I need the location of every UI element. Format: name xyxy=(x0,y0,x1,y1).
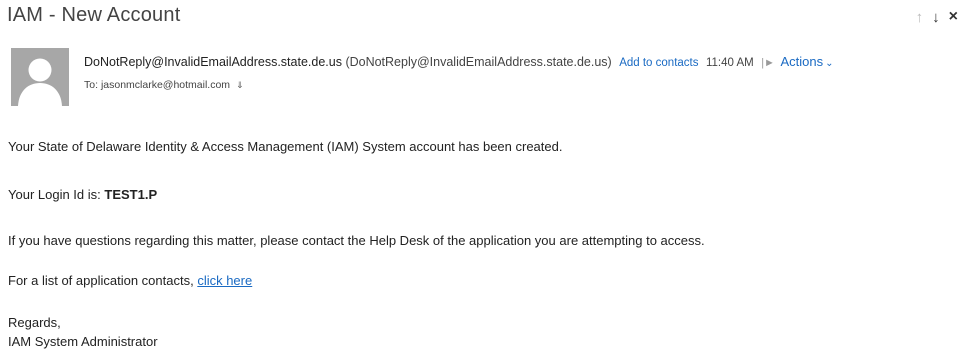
click-here-link[interactable]: click here xyxy=(197,273,252,288)
message-time: 11:40 AM xyxy=(705,57,754,69)
body-line-contacts: For a list of application contacts, clic… xyxy=(8,273,252,288)
actions-menu-button[interactable]: Actions xyxy=(780,54,823,69)
previous-message-icon[interactable]: ↑ xyxy=(916,9,924,26)
expand-recipients-icon[interactable]: ⇓ xyxy=(236,80,244,90)
flag-icon[interactable]: |► xyxy=(761,57,775,69)
body-line-help-desk: If you have questions regarding this mat… xyxy=(8,233,705,248)
body-line-account-created: Your State of Delaware Identity & Access… xyxy=(8,139,563,154)
email-subject: IAM - New Account xyxy=(7,4,181,26)
login-id-value: TEST1.P xyxy=(104,187,158,202)
login-id-label: Your Login Id is: xyxy=(8,187,105,202)
recipient-row: To: jasonmclarke@hotmail.com ⇓ xyxy=(84,79,244,91)
contacts-label: For a list of application contacts, xyxy=(8,273,198,288)
sender-email[interactable]: DoNotReply@InvalidEmailAddress.state.de.… xyxy=(84,55,342,69)
message-nav: ↑ ↓ × xyxy=(916,8,958,26)
chevron-down-icon[interactable]: ⌄ xyxy=(825,58,833,69)
close-icon[interactable]: × xyxy=(949,8,958,26)
recipient-address[interactable]: jasonmclarke@hotmail.com xyxy=(101,79,230,91)
sender-avatar-icon xyxy=(11,48,69,106)
body-signature: IAM System Administrator xyxy=(8,334,158,349)
sender-row: DoNotReply@InvalidEmailAddress.state.de.… xyxy=(84,54,960,69)
add-to-contacts-link[interactable]: Add to contacts xyxy=(619,57,698,69)
to-label: To: xyxy=(84,79,99,91)
body-regards: Regards, xyxy=(8,315,61,330)
body-line-login-id: Your Login Id is: TEST1.P xyxy=(8,187,157,202)
avatar-silhouette xyxy=(11,48,69,106)
next-message-icon[interactable]: ↓ xyxy=(932,9,940,26)
sender-full-address: (DoNotReply@InvalidEmailAddress.state.de… xyxy=(345,55,612,69)
